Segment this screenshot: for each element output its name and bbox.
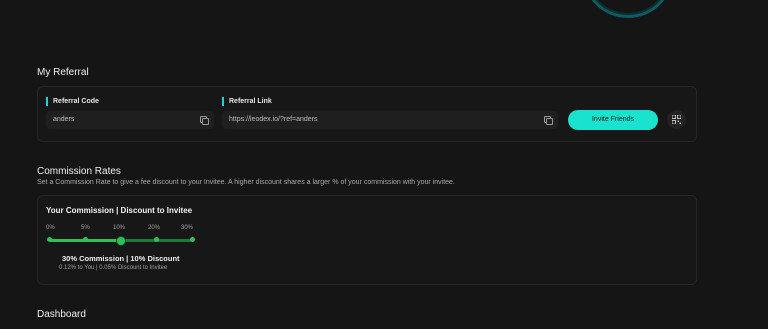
referral-link-value: https://leodex.io/?ref=anders: [229, 116, 318, 123]
invite-friends-button[interactable]: Invite Friends: [568, 110, 658, 130]
slider-option-0[interactable]: 0%: [46, 225, 55, 231]
commission-card-title: Your Commission | Discount to Invitee: [46, 206, 193, 215]
referral-link-label: Referral Link: [222, 97, 272, 106]
copy-icon[interactable]: [200, 116, 209, 125]
section-title-referral: My Referral: [37, 67, 89, 78]
qr-code-button[interactable]: [667, 110, 686, 129]
referral-code-value: anders: [53, 116, 75, 123]
slider-option-5[interactable]: 5%: [81, 225, 90, 231]
slider-option-30[interactable]: 30%: [181, 225, 193, 231]
slider-option-20[interactable]: 20%: [148, 225, 160, 231]
commission-summary: 30% Commission | 10% Discount: [62, 254, 180, 263]
slider-step-dot[interactable]: [153, 237, 159, 242]
decorative-ring: [585, 0, 671, 18]
referral-link-field[interactable]: https://leodex.io/?ref=anders: [222, 111, 558, 129]
copy-icon[interactable]: [544, 116, 553, 125]
referral-code-label: Referral Code: [46, 97, 99, 106]
referral-code-field[interactable]: anders: [46, 111, 214, 129]
commission-description: Set a Commission Rate to give a fee disc…: [37, 179, 455, 186]
slider-option-10[interactable]: 10%: [113, 225, 125, 231]
commission-detail: 0.12% to You | 0.05% Discount to Invitee: [59, 265, 168, 271]
slider-step-dot[interactable]: [82, 237, 88, 242]
qr-code-icon: [672, 115, 681, 124]
slider-step-dot[interactable]: [189, 237, 195, 242]
slider-step-dot[interactable]: [46, 237, 52, 242]
commission-slider-thumb[interactable]: [116, 236, 126, 246]
section-title-dashboard: Dashboard: [37, 309, 86, 320]
section-title-commission: Commission Rates: [37, 166, 121, 177]
